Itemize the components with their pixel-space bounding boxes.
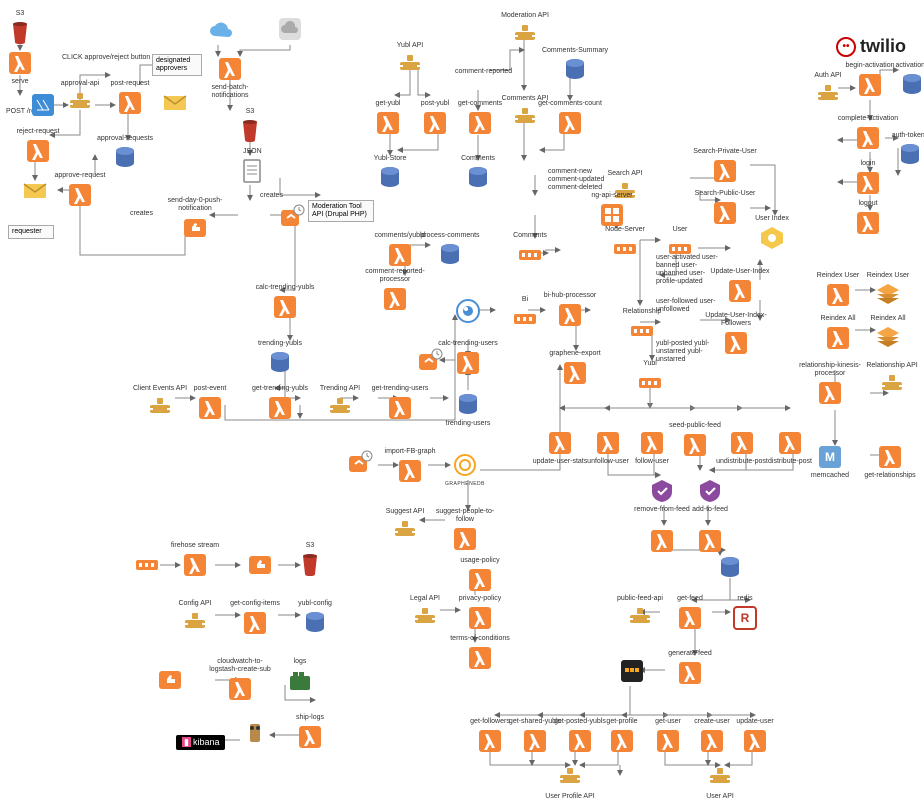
- firehose-lambda: firehose stream: [165, 542, 225, 578]
- graphene-export-lambda: graphene-export: [545, 350, 605, 386]
- feed-db: [700, 555, 760, 581]
- config-api: Config API: [165, 600, 225, 636]
- calc-trending-yubls: calc-trending-yubls: [255, 284, 315, 320]
- redis-icon: redis: [715, 595, 775, 631]
- designated-approvers-box: designated approvers: [152, 54, 202, 76]
- add-to-feed-cf: add-to-feed: [680, 478, 740, 514]
- send-batch-lambda: send-batch-notifications: [200, 56, 260, 100]
- trending-users-db: trending-users: [438, 392, 498, 428]
- user-kinesis: User: [650, 226, 710, 262]
- yubl-config-db: yubl-config: [285, 600, 345, 636]
- requester-box: requester: [8, 225, 54, 239]
- firehose-s3: S3: [280, 542, 340, 578]
- generate-feed-lambda: generate-feed: [660, 650, 720, 686]
- get-trending-yubls-lambda: get-trending-yubls: [250, 385, 310, 421]
- get-trending-users-lambda: get-trending-users: [370, 385, 430, 421]
- search-private-lambda: Search-Private-User: [695, 148, 755, 184]
- kibana-logo: ▮kibana: [176, 735, 225, 750]
- cloud-blue: [190, 18, 250, 44]
- get-config-lambda: get-config-items: [225, 600, 285, 636]
- comment-reported-processor: comment-reported-processor: [365, 268, 425, 312]
- update-user-lambda: update-user: [725, 718, 785, 754]
- usage-policy-lambda: usage-policy: [450, 557, 510, 593]
- trending-api: Trending API: [310, 385, 370, 421]
- reject-request-lambda: reject-request: [8, 128, 68, 164]
- get-relationships-lambda: get-relationships: [860, 444, 920, 480]
- envelope-2: [5, 178, 65, 204]
- json-doc-icon: [222, 158, 282, 184]
- suggest-people-lambda: suggest-people-to-follow: [435, 508, 495, 552]
- creates-label-2: creates: [130, 210, 153, 218]
- auth-tokens-db: auth-tokens: [880, 132, 924, 168]
- relationship-kinesis: Relationship: [612, 308, 672, 344]
- approval-requests-db: approval-requests: [95, 135, 155, 171]
- sns-clock-2: [400, 348, 460, 374]
- bi-hub-lambda: bi-hub-processor: [540, 292, 600, 328]
- reindex-user-aurora: Reindex User: [858, 272, 918, 308]
- comment-reported-label: comment-reported: [455, 68, 512, 76]
- creates-label-1: creates: [260, 192, 283, 200]
- graphene-logo: GRAPHENEDB: [435, 452, 495, 488]
- user-profile-api: User Profile API: [540, 765, 600, 801]
- json-label: JSON: [243, 148, 262, 156]
- reindex-all-aurora: Reindex All: [858, 315, 918, 351]
- s3-mid: S3: [220, 108, 280, 144]
- comments-summary-db: Comments-Summary: [545, 47, 605, 83]
- add-lambda: [680, 528, 740, 554]
- twilio-logo: ••twilio: [836, 36, 906, 57]
- comments-kinesis: Comments: [500, 232, 560, 268]
- moderation-api: Moderation API: [495, 12, 555, 48]
- user-index-es: User Index: [742, 215, 802, 251]
- diagram-canvas: M R: [0, 0, 924, 802]
- logstash-icon: [225, 720, 285, 746]
- update-user-followers-lambda: Update-User-Index-Followers: [706, 312, 766, 356]
- yubl-kinesis: Yubl: [620, 360, 680, 396]
- suggest-api: Suggest API: [375, 508, 435, 544]
- get-comments-count-lambda: get-comments-count: [540, 100, 600, 136]
- yubl-store-db: Yubl-Store: [360, 155, 420, 191]
- trending-yubls-db: trending-yubls: [250, 340, 310, 376]
- send-day0-lambda: send-day-0-push-notification: [165, 197, 225, 241]
- cw-sns: [140, 667, 200, 693]
- logout-lambda: logout: [838, 200, 898, 236]
- terms-lambda: terms-of-conditions: [450, 635, 510, 671]
- distribute-lambda: distribute-post: [760, 430, 820, 466]
- relationship-api: Relationship API: [862, 362, 922, 398]
- s3-top: S3: [0, 10, 50, 46]
- privacy-policy-lambda: privacy-policy: [450, 595, 510, 631]
- ng-api-server: ng-api-server: [582, 192, 642, 228]
- import-fb-lambda: import-FB-graph: [380, 448, 440, 484]
- docker-dark: [602, 658, 662, 684]
- user-api: User API: [690, 765, 750, 801]
- ship-logs-lambda: ship-logs: [280, 714, 340, 750]
- click-approve-label: CLICK approve/reject button: [62, 54, 150, 62]
- activations-db: activations: [882, 62, 924, 98]
- bi-circle-icon: [438, 298, 498, 324]
- comments-db: Comments: [448, 155, 508, 191]
- process-comments-db: process-comments: [420, 232, 480, 268]
- update-user-index-lambda: Update-User-Index: [710, 268, 770, 304]
- relationship-kinesis-processor: relationship-kinesis-processor: [800, 362, 860, 406]
- sns-clock-1: [262, 204, 322, 230]
- yubl-api: Yubl API: [380, 42, 440, 78]
- logs-docker: logs: [270, 658, 330, 694]
- post-event-lambda: post-event: [180, 385, 240, 421]
- cloud-gray: [260, 16, 320, 42]
- serve-lambda: serve: [0, 50, 50, 86]
